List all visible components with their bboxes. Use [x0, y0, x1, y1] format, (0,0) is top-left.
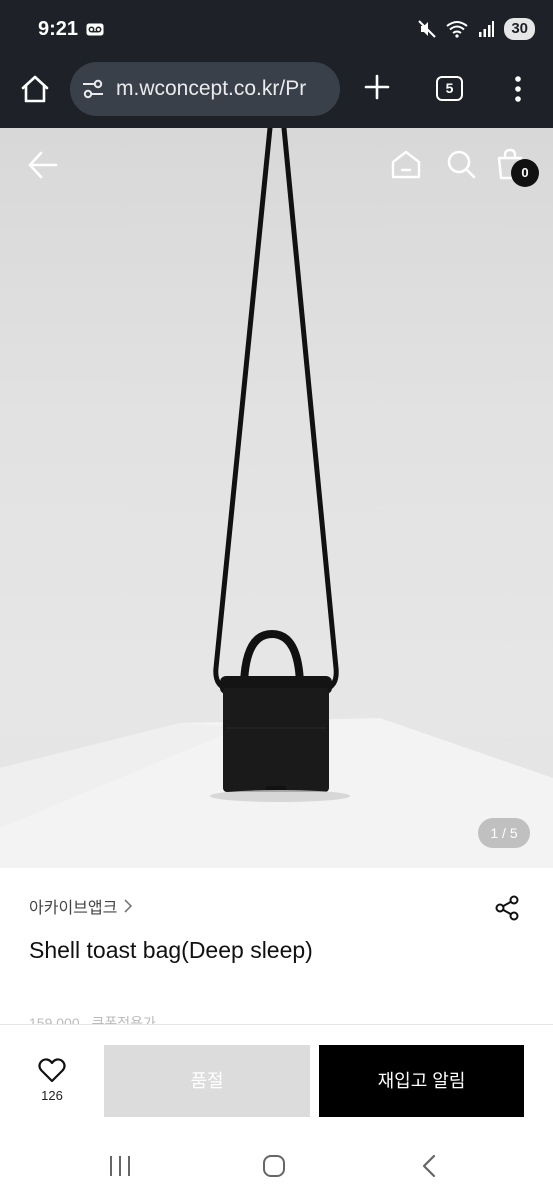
home-icon[interactable]: [20, 74, 50, 104]
coupon-price-label: 쿠폰적용가: [91, 1015, 156, 1024]
product-photo: [0, 128, 553, 868]
price-row: 159,000 쿠폰적용가: [29, 1012, 164, 1024]
price-value: 159,000: [29, 1015, 80, 1024]
status-time: 9:21: [38, 18, 79, 40]
system-navigation-bar: [0, 1134, 553, 1200]
recent-apps-icon[interactable]: [108, 1154, 132, 1178]
voicemail-icon: [86, 23, 104, 36]
search-icon[interactable]: [445, 148, 477, 180]
share-icon[interactable]: [494, 895, 520, 921]
menu-icon[interactable]: [511, 75, 525, 103]
product-title: Shell toast bag(Deep sleep): [29, 937, 313, 963]
address-bar[interactable]: m.wconcept.co.kr/Pr: [70, 62, 340, 116]
chevron-right-icon: [124, 899, 133, 913]
image-counter: 1 / 5: [478, 818, 530, 848]
soldout-button[interactable]: 품절: [104, 1045, 310, 1117]
wifi-icon: [446, 21, 468, 38]
heart-icon[interactable]: [38, 1057, 66, 1083]
purchase-action-bar: 126 품절 재입고 알림: [0, 1024, 553, 1134]
restock-alert-button[interactable]: 재입고 알림: [319, 1045, 524, 1117]
brand-name[interactable]: 아카이브앱크: [29, 894, 117, 918]
like-count: 126: [41, 1088, 63, 1103]
mute-icon: [418, 20, 437, 38]
like-button[interactable]: 126: [28, 1057, 76, 1103]
new-tab-icon[interactable]: [364, 74, 390, 100]
home-button-icon[interactable]: [262, 1154, 286, 1178]
battery-level: 30: [504, 18, 535, 40]
url-text[interactable]: m.wconcept.co.kr/Pr: [116, 77, 306, 101]
back-arrow-icon[interactable]: [26, 148, 60, 182]
back-button-icon[interactable]: [420, 1154, 438, 1178]
signal-icon: [479, 21, 495, 37]
status-bar: 9:21 30: [0, 0, 553, 60]
brand-link[interactable]: 아카이브앱크: [29, 894, 133, 918]
product-image-gallery[interactable]: 0 1 / 5: [0, 128, 553, 868]
home-icon[interactable]: [390, 148, 422, 180]
cart-count-badge: 0: [511, 159, 539, 187]
site-settings-icon[interactable]: [82, 79, 104, 99]
browser-toolbar: m.wconcept.co.kr/Pr 5: [0, 60, 553, 128]
tab-switcher-button[interactable]: 5: [436, 76, 463, 101]
